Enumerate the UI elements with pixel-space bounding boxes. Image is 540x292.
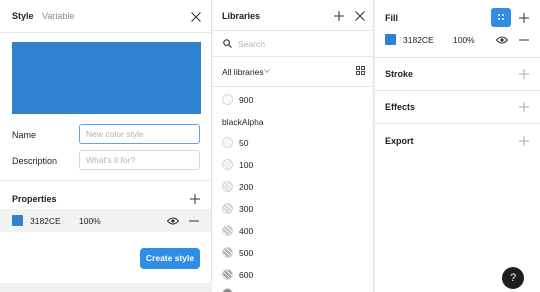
color-swatch[interactable] [222, 288, 233, 292]
library-color-label[interactable]: 300 [239, 204, 253, 214]
color-swatch[interactable] [222, 247, 233, 258]
library-group-label: blackAlpha [222, 117, 264, 127]
close-icon[interactable] [354, 10, 366, 22]
style-panel-header: Style Variable [0, 0, 211, 33]
fill-color-swatch[interactable] [12, 215, 23, 226]
chevron-down-icon[interactable] [264, 69, 270, 73]
color-swatch[interactable] [222, 269, 233, 280]
description-label: Description [12, 156, 58, 166]
eye-icon[interactable] [496, 36, 508, 44]
help-button[interactable]: ? [502, 267, 524, 289]
color-preview-swatch [12, 42, 201, 114]
fill-hex-value[interactable]: 3182CE [30, 216, 61, 226]
search-input[interactable]: Search [238, 39, 265, 49]
color-swatch[interactable] [222, 159, 233, 170]
name-input[interactable] [79, 124, 200, 144]
library-color-label[interactable]: 500 [239, 248, 253, 258]
library-color-label[interactable]: 50 [239, 138, 248, 148]
library-filter-dropdown[interactable]: All libraries [222, 67, 264, 77]
add-effect-plus-icon[interactable] [518, 101, 530, 113]
fill-opacity-value[interactable]: 100% [453, 35, 475, 45]
color-swatch[interactable] [222, 137, 233, 148]
properties-title: Properties [12, 194, 57, 204]
color-swatch[interactable] [222, 94, 233, 105]
name-label: Name [12, 130, 37, 140]
property-fill-row[interactable]: 3182CE 100% [0, 209, 211, 232]
add-stroke-plus-icon[interactable] [518, 68, 530, 80]
libraries-title: Libraries [222, 11, 261, 21]
library-color-label[interactable]: 900 [239, 95, 253, 105]
divider [212, 56, 373, 57]
divider [212, 86, 373, 87]
library-color-label[interactable]: 400 [239, 226, 253, 236]
create-style-button[interactable]: Create style [140, 248, 200, 269]
export-title: Export [385, 136, 414, 146]
eye-icon[interactable] [167, 217, 179, 225]
add-export-plus-icon[interactable] [518, 135, 530, 147]
divider [375, 90, 540, 91]
design-properties-panel: Fill 3182CE 100% Stroke Effects Export ? [375, 0, 540, 292]
effects-title: Effects [385, 102, 416, 112]
color-swatch[interactable] [222, 181, 233, 192]
library-color-label[interactable]: 600 [239, 270, 253, 280]
add-property-plus-icon[interactable] [189, 193, 201, 205]
divider [375, 57, 540, 58]
search-icon [223, 39, 232, 48]
style-grid-icon [498, 14, 504, 20]
minus-icon[interactable] [519, 39, 529, 41]
library-color-label[interactable]: 100 [239, 160, 253, 170]
close-icon[interactable] [190, 11, 202, 23]
create-style-panel: Style Variable Name Description Properti… [0, 0, 212, 283]
minus-icon[interactable] [189, 220, 199, 222]
description-input[interactable] [79, 150, 200, 170]
color-swatch[interactable] [222, 203, 233, 214]
fill-title: Fill [385, 13, 398, 23]
library-color-label[interactable]: 200 [239, 182, 253, 192]
tab-style[interactable]: Style [12, 11, 34, 21]
fill-color-swatch[interactable] [385, 34, 396, 45]
libraries-panel: Libraries Search All libraries 900 black… [212, 0, 374, 292]
style-picker-button[interactable] [491, 8, 511, 27]
add-fill-plus-icon[interactable] [518, 12, 530, 24]
grid-view-icon[interactable] [356, 66, 365, 75]
tab-variable[interactable]: Variable [42, 11, 74, 21]
color-swatch[interactable] [222, 225, 233, 236]
fill-opacity-value[interactable]: 100% [79, 216, 101, 226]
add-library-plus-icon[interactable] [333, 10, 345, 22]
stroke-title: Stroke [385, 69, 414, 79]
divider [0, 180, 211, 181]
divider [212, 30, 373, 31]
divider [375, 123, 540, 124]
fill-hex-value[interactable]: 3182CE [403, 35, 434, 45]
